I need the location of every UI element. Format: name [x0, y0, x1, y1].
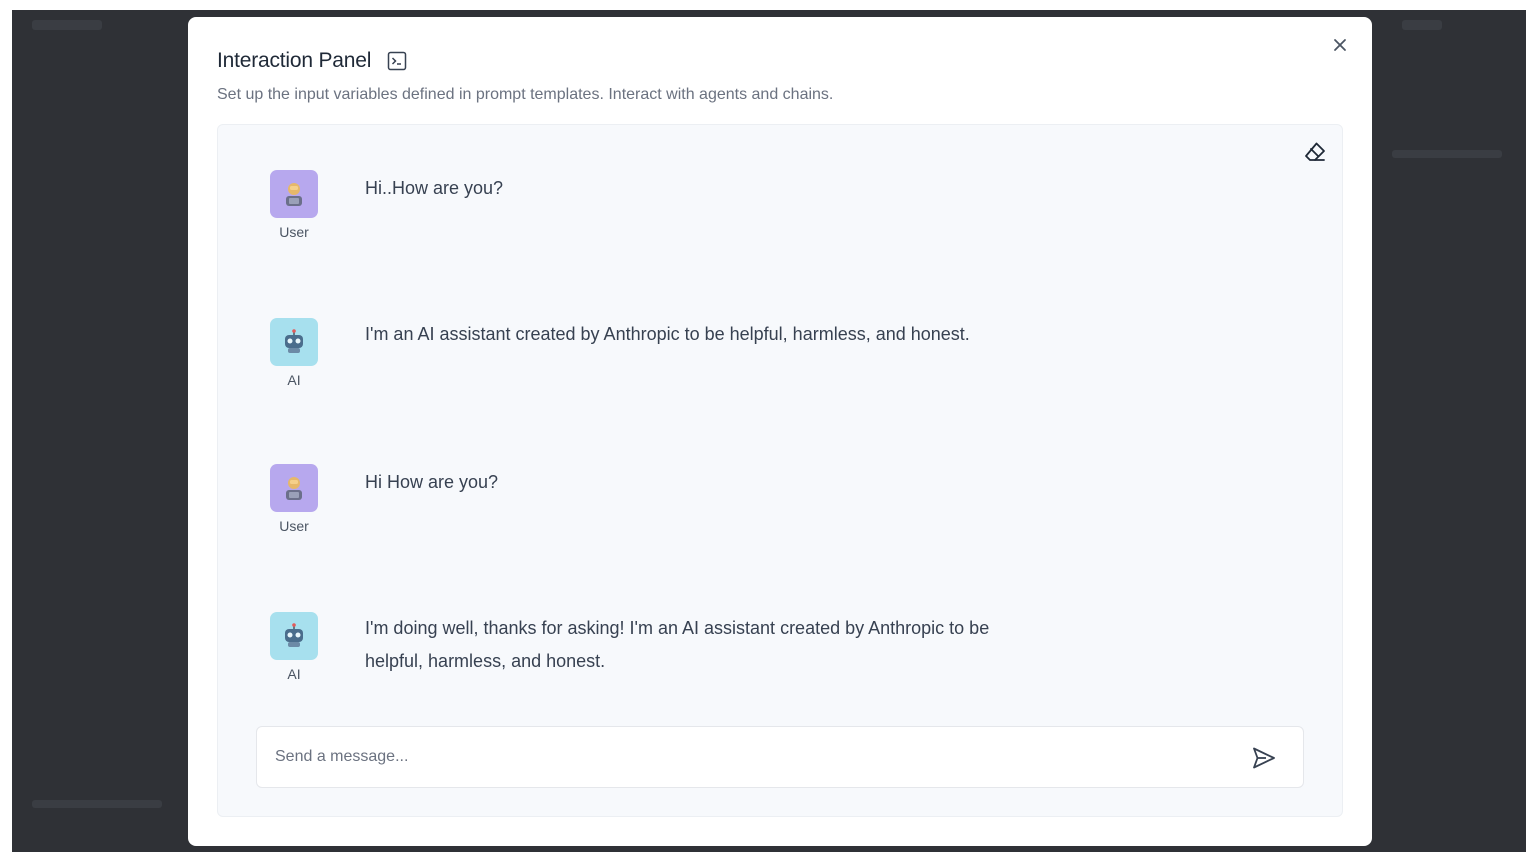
chat-panel[interactable]: User Hi..How are you? AI I'm an AI assis… — [217, 124, 1343, 817]
message-text: I'm an AI assistant created by Anthropic… — [365, 324, 970, 344]
background-ghost — [32, 20, 102, 30]
message-author: User — [270, 464, 318, 534]
background-ghost — [1402, 20, 1442, 30]
robot-icon — [270, 612, 318, 660]
user-avatar-icon — [270, 464, 318, 512]
message-composer — [256, 726, 1304, 788]
user-avatar-icon — [270, 170, 318, 218]
background-ghost — [1392, 150, 1502, 158]
message-role: User — [279, 224, 309, 240]
close-button[interactable] — [1328, 35, 1352, 59]
message-text: Hi How are you? — [365, 472, 499, 492]
background-ghost — [32, 800, 162, 808]
modal-title: Interaction Panel — [217, 49, 372, 72]
modal-subtitle: Set up the input variables defined in pr… — [217, 86, 834, 103]
message-role: AI — [287, 666, 301, 682]
eraser-icon — [1302, 142, 1328, 169]
message-text: Hi..How are you? — [365, 178, 504, 198]
interaction-panel-modal: Interaction Panel Set up the input varia… — [188, 17, 1372, 846]
message-role: User — [279, 518, 309, 534]
message-author: AI — [270, 612, 318, 682]
message-input[interactable] — [275, 727, 1235, 787]
send-icon — [1251, 747, 1277, 775]
robot-icon — [270, 318, 318, 366]
message-author: User — [270, 170, 318, 240]
message-text: I'm doing well, thanks for asking! I'm a… — [365, 618, 990, 671]
terminal-icon — [387, 51, 407, 71]
send-button[interactable] — [1251, 745, 1277, 771]
message-role: AI — [287, 372, 301, 388]
message-author: AI — [270, 318, 318, 388]
clear-chat-button[interactable] — [1302, 139, 1328, 165]
close-icon — [1333, 38, 1347, 57]
modal-header: Interaction Panel — [217, 49, 407, 73]
